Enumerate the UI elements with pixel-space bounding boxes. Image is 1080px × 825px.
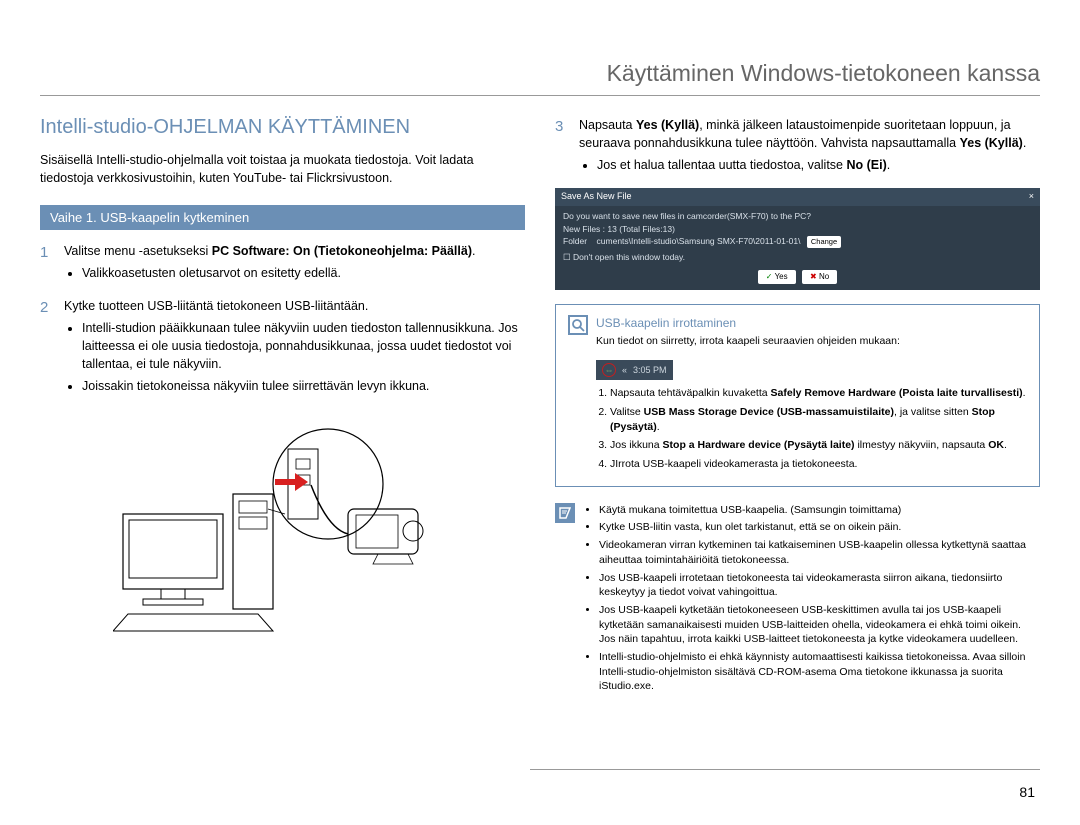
info-header-text: USB-kaapelin irrottaminen Kun tiedot on … <box>596 315 1027 348</box>
step-phase-header: Vaihe 1. USB-kaapelin kytkeminen <box>40 205 525 230</box>
usb-disconnect-box: USB-kaapelin irrottaminen Kun tiedot on … <box>555 304 1040 487</box>
bold-text: USB Mass Storage Device (USB-massamuisti… <box>644 406 894 418</box>
list-item: Napsauta tehtäväpalkin kuvaketta Safely … <box>610 386 1027 401</box>
step-number: 1 <box>40 242 54 286</box>
note-icon <box>555 503 575 523</box>
yes-button: Yes <box>758 270 796 284</box>
text: Jos ikkuna <box>610 439 663 451</box>
step-body: Napsauta Yes (Kyllä), minkä jälkeen lata… <box>579 116 1040 178</box>
text: Napsauta tehtäväpalkin kuvaketta <box>610 387 771 399</box>
label: Folder <box>563 236 587 246</box>
bullet: Valikkoasetusten oletusarvot on esitetty… <box>82 264 525 282</box>
text: Jos et halua tallentaa uutta tiedostoa, … <box>597 158 846 172</box>
text: . <box>887 158 890 172</box>
close-icon: × <box>1029 190 1034 204</box>
dialog-line: New Files : 13 (Total Files:13) <box>563 223 1032 236</box>
path: cuments\Intelli-studio\Samsung SMX-F70\2… <box>597 236 801 246</box>
left-column: Intelli-studio-OHJELMAN KÄYTTÄMINEN Sisä… <box>40 116 525 697</box>
info-subtitle: Kun tiedot on siirretty, irrota kaapeli … <box>596 334 1027 349</box>
step-3: 3 Napsauta Yes (Kyllä), minkä jälkeen la… <box>555 116 1040 178</box>
info-header: USB-kaapelin irrottaminen Kun tiedot on … <box>568 315 1027 348</box>
steps-list-right: 3 Napsauta Yes (Kyllä), minkä jälkeen la… <box>555 116 1040 178</box>
bold-text: Yes (Kyllä) <box>636 118 699 132</box>
text: Kytke tuotteen USB-liitäntä tietokoneen … <box>64 299 368 313</box>
text: ilmestyy näkyviin, napsauta <box>855 439 989 451</box>
text: , ja valitse sitten <box>894 406 972 418</box>
page-number: 81 <box>1019 784 1035 800</box>
bold-text: OK <box>988 439 1004 451</box>
magnifier-icon <box>568 315 588 335</box>
step-number: 2 <box>40 297 54 400</box>
change-button: Change <box>807 236 841 247</box>
content-columns: Intelli-studio-OHJELMAN KÄYTTÄMINEN Sisä… <box>40 116 1040 697</box>
intro-text: Sisäisellä Intelli-studio-ohjelmalla voi… <box>40 151 525 187</box>
notes-block: Käytä mukana toimitettua USB-kaapelia. (… <box>555 503 1040 697</box>
dialog-line: Folder cuments\Intelli-studio\Samsung SM… <box>563 235 1032 248</box>
dialog-checkbox: Don't open this window today. <box>563 251 1032 264</box>
taskbar-time: 3:05 PM <box>633 364 667 377</box>
list-item: JIrrota USB-kaapeli videokamerasta ja ti… <box>610 457 1027 472</box>
bold-text: Yes (Kyllä) <box>960 136 1023 150</box>
note-item: Jos USB-kaapeli kytketään tietokoneeseen… <box>599 603 1040 647</box>
step-number: 3 <box>555 116 569 178</box>
note-item: Videokameran virran kytkeminen tai katka… <box>599 538 1040 567</box>
note-item: Intelli-studio-ohjelmisto ei ehkä käynni… <box>599 650 1040 694</box>
page-header: Käyttäminen Windows-tietokoneen kanssa <box>40 60 1040 96</box>
text: . <box>1023 136 1026 150</box>
bold-text: Stop a Hardware device (Pysäytä laite) <box>663 439 855 451</box>
chevron-icon: « <box>622 364 627 377</box>
notes-list: Käytä mukana toimitettua USB-kaapelia. (… <box>583 503 1040 697</box>
step-body: Kytke tuotteen USB-liitäntä tietokoneen … <box>64 297 525 400</box>
dialog-line: Do you want to save new files in camcord… <box>563 210 1032 223</box>
right-column: 3 Napsauta Yes (Kyllä), minkä jälkeen la… <box>555 116 1040 697</box>
text: . <box>1004 439 1007 451</box>
steps-list: 1 Valitse menu -asetukseksi PC Software:… <box>40 242 525 399</box>
step-2: 2 Kytke tuotteen USB-liitäntä tietokonee… <box>40 297 525 400</box>
text: . <box>657 421 660 433</box>
text: Valitse menu -asetukseksi <box>64 244 212 258</box>
save-dialog-screenshot: Save As New File × Do you want to save n… <box>555 188 1040 290</box>
list-item: Valitse USB Mass Storage Device (USB-mas… <box>610 405 1027 434</box>
bottom-rule <box>530 769 1040 770</box>
dialog-title-text: Save As New File <box>561 190 632 204</box>
text: . <box>1023 387 1026 399</box>
taskbar-screenshot: ⇔ « 3:05 PM <box>596 360 673 380</box>
list-item: Jos ikkuna Stop a Hardware device (Pysäy… <box>610 438 1027 453</box>
disconnect-steps: Napsauta tehtäväpalkin kuvaketta Safely … <box>596 386 1027 471</box>
bold-text: Safely Remove Hardware (Poista laite tur… <box>771 387 1023 399</box>
dialog-buttons: Yes No <box>563 270 1032 284</box>
no-button: No <box>802 270 837 284</box>
bullet: Intelli-studion pääikkunaan tulee näkyvi… <box>82 319 525 373</box>
note-item: Käytä mukana toimitettua USB-kaapelia. (… <box>599 503 1040 518</box>
connection-illustration <box>40 419 525 644</box>
info-title: USB-kaapelin irrottaminen <box>596 315 1027 332</box>
section-title: Intelli-studio-OHJELMAN KÄYTTÄMINEN <box>40 116 525 139</box>
dialog-titlebar: Save As New File × <box>555 188 1040 206</box>
note-item: Jos USB-kaapeli irrotetaan tietokoneesta… <box>599 571 1040 600</box>
step-1: 1 Valitse menu -asetukseksi PC Software:… <box>40 242 525 286</box>
note-item: Kytke USB-liitin vasta, kun olet tarkist… <box>599 520 1040 535</box>
bold-text: PC Software: On (Tietokoneohjelma: Pääll… <box>212 244 472 258</box>
bullet: Jos et halua tallentaa uutta tiedostoa, … <box>597 156 1040 174</box>
bullet: Joissakin tietokoneissa näkyviin tulee s… <box>82 377 525 395</box>
text: Valitse <box>610 406 644 418</box>
step-body: Valitse menu -asetukseksi PC Software: O… <box>64 242 525 286</box>
text: . <box>472 244 475 258</box>
text: Napsauta <box>579 118 636 132</box>
bold-text: No (Ei) <box>846 158 886 172</box>
usb-tray-icon: ⇔ <box>602 363 616 377</box>
